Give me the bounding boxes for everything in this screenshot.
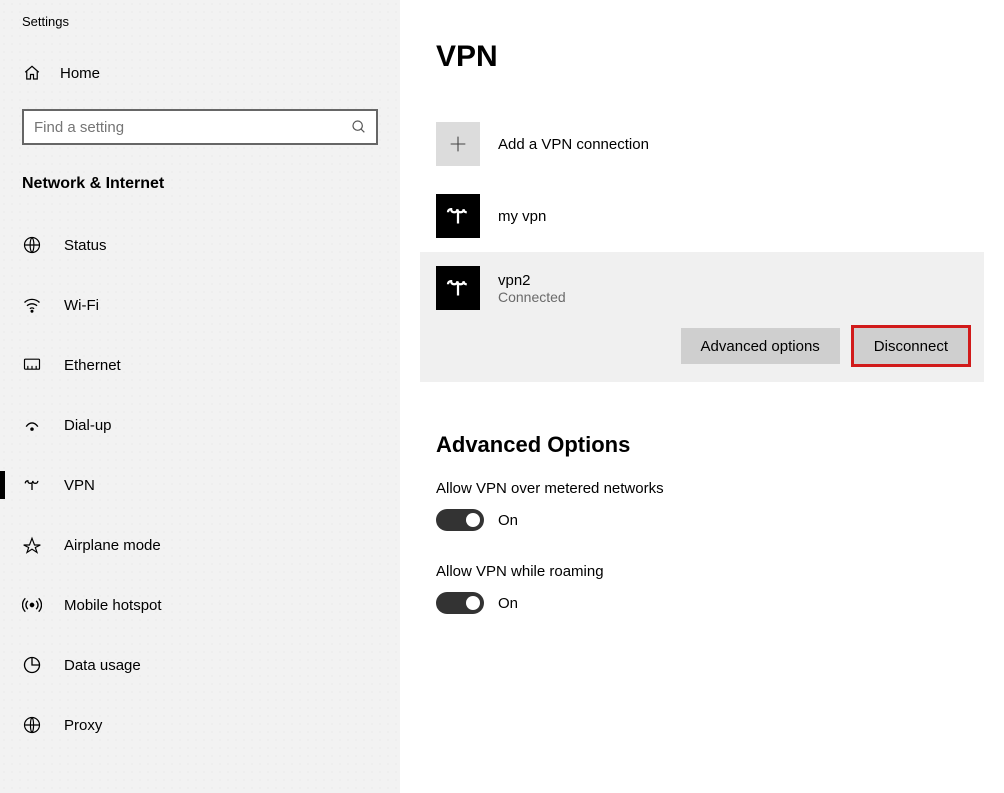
nav-label: Ethernet	[64, 357, 121, 374]
nav-label: Proxy	[64, 717, 102, 734]
nav-item-status[interactable]: Status	[0, 215, 400, 275]
search-input[interactable]	[22, 109, 378, 145]
hotspot-icon	[22, 595, 42, 615]
nav-list: Status Wi-Fi Ethernet Dial-up VPN	[0, 215, 400, 755]
toggle-roaming-switch[interactable]: On	[436, 592, 518, 614]
search-box[interactable]	[22, 109, 378, 145]
nav-item-wifi[interactable]: Wi-Fi	[0, 275, 400, 335]
vpn-connection-row[interactable]: my vpn	[436, 180, 984, 252]
vpn-connection-selected[interactable]: vpn2 Connected Advanced options Disconne…	[420, 252, 984, 382]
disconnect-button[interactable]: Disconnect	[854, 328, 968, 364]
advanced-heading: Advanced Options	[436, 432, 984, 458]
vpn-icon	[22, 475, 42, 495]
main-pane: VPN Add a VPN connection my vpn vpn2	[400, 0, 1004, 793]
vpn-status: Connected	[498, 289, 566, 305]
toggle-label: Allow VPN while roaming	[436, 563, 984, 580]
nav-label: Dial-up	[64, 417, 112, 434]
nav-label: Mobile hotspot	[64, 597, 162, 614]
globe-icon	[22, 235, 42, 255]
nav-label: Wi-Fi	[64, 297, 99, 314]
home-link[interactable]: Home	[0, 51, 400, 95]
nav-item-ethernet[interactable]: Ethernet	[0, 335, 400, 395]
wifi-icon	[22, 295, 42, 315]
vpn-actions: Advanced options Disconnect	[436, 328, 968, 364]
category-heading: Network & Internet	[0, 165, 400, 215]
advanced-options-button[interactable]: Advanced options	[681, 328, 840, 364]
search-icon	[350, 118, 368, 136]
nav-item-vpn[interactable]: VPN	[0, 455, 400, 515]
switch-state: On	[498, 512, 518, 529]
toggle-label: Allow VPN over metered networks	[436, 480, 984, 497]
switch-on-icon	[436, 509, 484, 531]
airplane-icon	[22, 535, 42, 555]
page-title: VPN	[436, 40, 984, 74]
toggle-roaming: Allow VPN while roaming On	[436, 563, 984, 618]
datausage-icon	[22, 655, 42, 675]
vpn-name: vpn2	[498, 272, 566, 289]
nav-item-airplane[interactable]: Airplane mode	[0, 515, 400, 575]
vpn-tile-icon	[436, 194, 480, 238]
add-vpn-row[interactable]: Add a VPN connection	[436, 108, 984, 180]
proxy-icon	[22, 715, 42, 735]
nav-item-datausage[interactable]: Data usage	[0, 635, 400, 695]
nav-item-dialup[interactable]: Dial-up	[0, 395, 400, 455]
nav-label: Airplane mode	[64, 537, 161, 554]
sidebar: Settings Home Network & Internet Status …	[0, 0, 400, 793]
nav-label: Status	[64, 237, 107, 254]
vpn-tile-icon	[436, 266, 480, 310]
switch-on-icon	[436, 592, 484, 614]
toggle-metered: Allow VPN over metered networks On	[436, 480, 984, 535]
nav-label: Data usage	[64, 657, 141, 674]
vpn-name: my vpn	[498, 208, 546, 225]
add-vpn-label: Add a VPN connection	[498, 136, 649, 153]
home-icon	[22, 63, 42, 83]
home-label: Home	[60, 65, 100, 82]
window-title: Settings	[0, 14, 400, 51]
ethernet-icon	[22, 355, 42, 375]
plus-icon	[436, 122, 480, 166]
vpn-list: Add a VPN connection my vpn vpn2 Connect…	[436, 108, 984, 382]
nav-item-proxy[interactable]: Proxy	[0, 695, 400, 755]
nav-item-hotspot[interactable]: Mobile hotspot	[0, 575, 400, 635]
switch-state: On	[498, 595, 518, 612]
nav-label: VPN	[64, 477, 95, 494]
toggle-metered-switch[interactable]: On	[436, 509, 518, 531]
dialup-icon	[22, 415, 42, 435]
